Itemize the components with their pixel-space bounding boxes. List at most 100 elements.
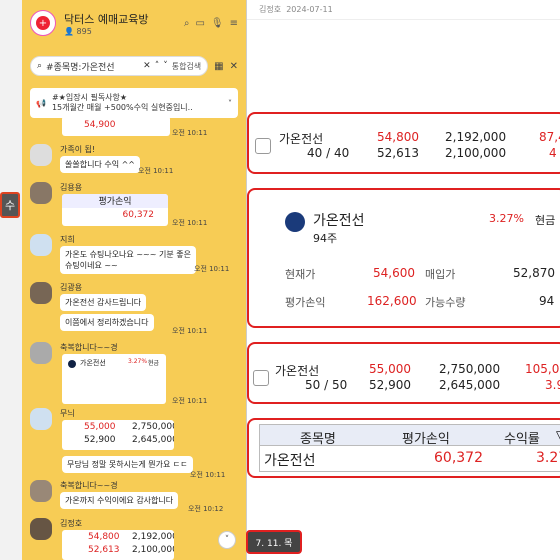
label-pnl: 평가손익 [285,296,326,309]
detail-header: 김정호 2024-07-11 [247,0,560,20]
message-list: 54,900 오전 10:11 가족이 됩! 쏠쏠합니다 수익 ^^ 오전 10… [22,114,246,560]
sender-name: 김광용 [60,283,83,292]
message-bubble: 무당님 정말 못하시는게 뭔가요 ㄷㄷ [62,456,193,473]
room-logo[interactable]: + [30,10,56,36]
message-bubble: 가온전선 감사드립니다 [60,294,147,311]
stock-name: 가온전선 [313,213,365,229]
share-count: 94주 [313,232,338,245]
header-date: 2024-07-11 [286,5,333,14]
avatar[interactable] [30,234,52,256]
card-value: 55,000 [84,422,116,432]
sender-name: 김용용 [60,183,83,192]
sender-name: 지희 [60,235,75,244]
stock-name: 가온전선 [279,132,324,146]
megaphone-icon: 📢 [36,98,46,108]
stock-card: 55,000 2,750,000 52,900 2,645,000 [62,420,174,450]
label-buy-price: 매입가 [425,268,456,281]
message-time: 오전 10:12 [188,505,224,513]
rate: 4 [549,146,557,160]
avatar[interactable] [30,282,52,304]
card-value: 52,900 [84,435,116,445]
return-rate: 3.27% [489,212,524,225]
search-icon[interactable]: ⌕ [184,18,190,29]
stock-card: 가온전선 3.27% 현금 [62,354,166,404]
col-stock-name[interactable]: 종목명 [300,428,336,447]
pnl: 162,600 [367,294,417,308]
col-pnl[interactable]: 평가손익 [402,428,450,447]
filter-icon[interactable]: ▽ [556,428,560,442]
holding-row-2[interactable]: 가온전선 50 / 50 55,000 52,900 2,750,000 2,6… [247,342,560,404]
chat-header: + 닥터스 예매교육방 👤 895 ⌕ ▭ 🎙 ≡ [22,0,246,46]
stock-logo-icon [285,212,305,232]
search-value: #종목명:가온전선 [46,62,115,73]
bubble-line: 슈팅이네요 ~~ [65,261,118,270]
card-value: 2,750,000 [132,422,174,432]
label-current-price: 현재가 [285,268,316,281]
message-time: 오전 10:11 [138,167,174,175]
message-time: 오전 10:11 [194,265,230,273]
message-bubble: 가온까지 수익이에요 감사합니다 [60,492,179,509]
sender-name: 무늬 [60,409,75,418]
chevron-down-icon[interactable]: ˅ [228,99,232,108]
calendar-icon[interactable]: ▦ [214,61,223,72]
member-count: 👤 895 [64,26,92,36]
row-checkbox[interactable] [253,370,269,386]
card-value: 2,100,000 [132,545,174,555]
eval-amount: 2,192,000 [445,130,507,144]
pnl: 105,0 [525,362,560,376]
eval-amount: 2,750,000 [439,362,501,376]
clear-icon[interactable]: ✕ [143,61,151,71]
avatar[interactable] [30,342,52,364]
sender-name: 축복합니다~~경 [60,343,118,352]
card-value: 2,645,000 [132,435,174,445]
chat-title: 닥터스 예매교육방 [64,12,149,26]
account-type: 현금 [535,214,556,227]
search-input[interactable]: ⌕ #종목명:가온전선 ✕ ˄ ˅ 통합검색 [30,56,209,76]
message-time: 오전 10:11 [172,219,208,227]
col-rate[interactable]: 수익률 [504,428,540,447]
quantity: 40 / 40 [307,146,350,160]
chevron-down-icon[interactable]: ˅ [163,61,168,71]
side-tag[interactable]: 수 [0,192,20,218]
current-price: 54,800 [377,130,419,144]
scroll-down-button[interactable]: ˅ [218,531,236,549]
close-icon[interactable]: ✕ [230,61,238,72]
sender-name: 김정호 [60,519,83,528]
cell-pnl: 60,372 [434,450,483,466]
chevron-up-icon[interactable]: ˄ [155,61,160,71]
card-value: 52,613 [88,545,120,555]
menu-icon[interactable]: ≡ [230,18,238,29]
logo-icon: + [36,16,50,30]
avatar[interactable] [30,480,52,502]
holding-row-1[interactable]: 가온전선 40 / 40 54,800 52,613 2,192,000 2,1… [247,112,560,174]
stock-name: 가온전선 [275,364,320,378]
stock-card: 54,900 [62,116,170,136]
sender-name: 축복합니다~~경 [60,481,118,490]
table-header: 종목명 평가손익 수익률 ▽ [259,424,560,447]
detail-panel: 김정호 2024-07-11 가온전선 40 / 40 54,800 52,61… [246,0,560,560]
search-icon: ⌕ [37,61,43,71]
card-label: 평가손익 [62,194,168,208]
buy-amount: 2,645,000 [439,378,501,392]
stock-logo-icon [68,360,76,368]
label-available-qty: 가능수량 [425,296,466,309]
notice-body: 15개월간 매월 +500%수익 실현중입니.. [51,103,193,112]
buy-price: 52,613 [377,146,419,160]
message-time: 오전 10:11 [190,471,226,479]
stock-detail-card[interactable]: 가온전선 94주 3.27% 현금 현재가 54,600 매입가 52,870 … [247,188,560,328]
avatar[interactable] [30,518,52,540]
avatar[interactable] [30,144,52,166]
cell-rate: 3.27 [536,450,560,466]
avatar[interactable] [30,408,52,430]
search-button[interactable]: 통합검색 [172,61,201,72]
drawer-icon[interactable]: ▭ [195,18,204,29]
stock-card: 54,800 2,192,000 52,613 2,100,000 [62,530,174,560]
row-checkbox[interactable] [255,138,271,154]
mic-icon[interactable]: 🎙 [211,18,224,29]
avatar[interactable] [30,182,52,204]
current-price: 55,000 [369,362,411,376]
card-pct: 3.27% [128,358,148,365]
pnl: 87,4 [539,130,560,144]
cell-stock-name: 가온전선 [264,453,316,469]
table-row[interactable]: 가온전선 60,372 3.27 [259,446,560,472]
